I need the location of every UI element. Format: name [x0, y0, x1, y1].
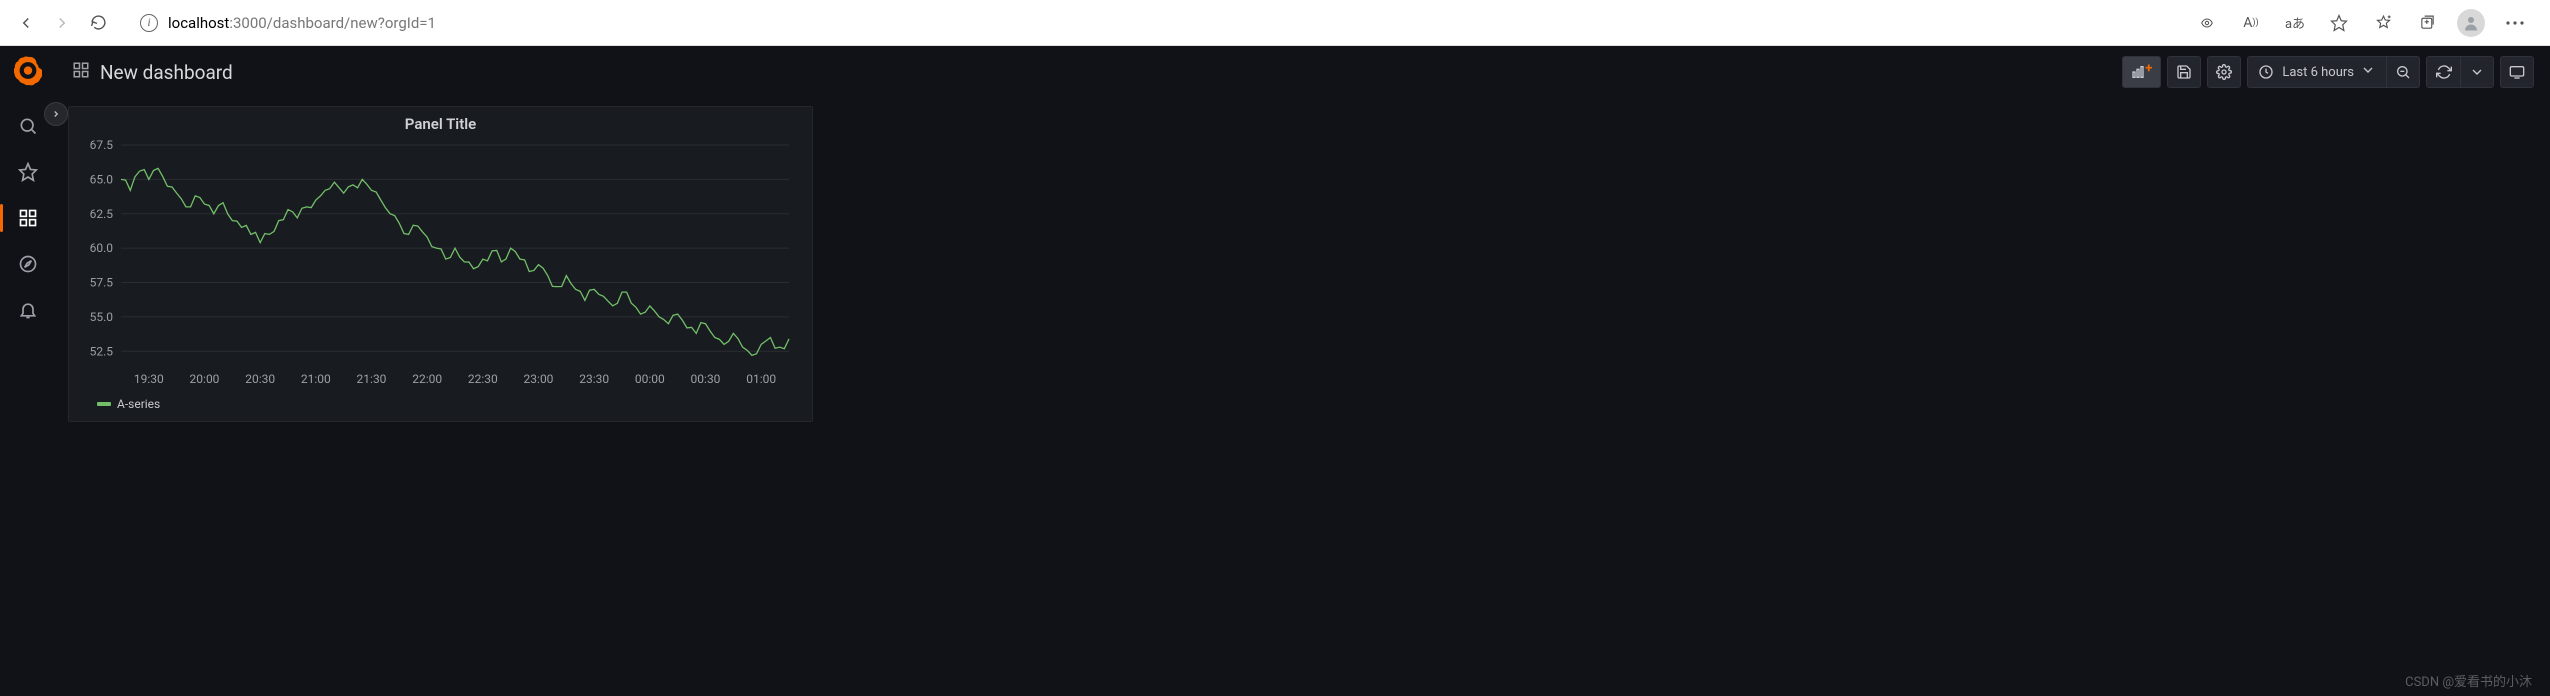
more-menu-icon[interactable]: [2496, 5, 2534, 41]
translate-icon[interactable]: aあ: [2276, 5, 2314, 41]
address-bar[interactable]: i localhost:3000/dashboard/new?orgId=1: [128, 7, 2176, 39]
svg-text:00:00: 00:00: [635, 372, 665, 386]
site-info-icon[interactable]: i: [140, 14, 158, 32]
sidebar-alerts-icon[interactable]: [8, 290, 48, 330]
chevron-down-icon: [2360, 62, 2376, 82]
expand-sidebar-button[interactable]: [44, 102, 68, 126]
back-button[interactable]: [8, 5, 44, 41]
dashboard-topbar: New dashboard + Last 6 hours: [56, 46, 2550, 98]
refresh-interval-picker[interactable]: [2460, 56, 2494, 88]
svg-text:22:00: 22:00: [412, 372, 442, 386]
browser-right-actions: A)) aあ: [2188, 5, 2542, 41]
read-aloud-icon[interactable]: A)): [2232, 5, 2270, 41]
sidebar-star-icon[interactable]: [8, 152, 48, 192]
grafana-logo[interactable]: [11, 54, 45, 88]
profile-avatar[interactable]: [2452, 5, 2490, 41]
dashboards-breadcrumb-icon[interactable]: [72, 61, 90, 83]
time-range-label: Last 6 hours: [2282, 65, 2354, 80]
svg-text:52.5: 52.5: [90, 344, 114, 358]
svg-text:57.5: 57.5: [90, 276, 114, 290]
favorites-icon[interactable]: [2364, 5, 2402, 41]
page-title: New dashboard: [100, 61, 233, 84]
svg-text:00:30: 00:30: [691, 372, 721, 386]
svg-text:62.5: 62.5: [90, 207, 114, 221]
svg-text:65.0: 65.0: [90, 172, 114, 186]
sidebar-search-icon[interactable]: [8, 106, 48, 146]
sidebar-explore-icon[interactable]: [8, 244, 48, 284]
svg-text:01:00: 01:00: [746, 372, 776, 386]
watermark: CSDN @爱看书的小沐: [2405, 671, 2532, 690]
legend[interactable]: A-series: [79, 397, 802, 411]
svg-text:67.5: 67.5: [90, 139, 114, 152]
favorites-star-icon[interactable]: [2320, 5, 2358, 41]
chart[interactable]: 52.5 55.0 57.5 60.0 62.5 65.0 67.5 19:30 20:00 20…: [79, 139, 802, 393]
svg-text:21:30: 21:30: [357, 372, 387, 386]
sidebar: [0, 46, 56, 696]
url-text: localhost:3000/dashboard/new?orgId=1: [168, 14, 436, 32]
dashboard-settings-button[interactable]: [2207, 56, 2241, 88]
add-panel-button[interactable]: +: [2122, 56, 2161, 88]
svg-text:21:00: 21:00: [301, 372, 331, 386]
zoom-out-button[interactable]: [2386, 56, 2420, 88]
svg-text:20:30: 20:30: [245, 372, 275, 386]
browser-toolbar: i localhost:3000/dashboard/new?orgId=1 A…: [0, 0, 2550, 46]
svg-text:60.0: 60.0: [90, 241, 114, 255]
save-dashboard-button[interactable]: [2167, 56, 2201, 88]
refresh-button[interactable]: [2426, 56, 2460, 88]
svg-text:55.0: 55.0: [90, 310, 114, 324]
svg-text:23:30: 23:30: [579, 372, 609, 386]
time-range-picker[interactable]: Last 6 hours: [2247, 56, 2386, 88]
legend-label: A-series: [117, 397, 160, 411]
svg-text:19:30: 19:30: [134, 372, 164, 386]
panel-title: Panel Title: [79, 115, 802, 133]
legend-swatch: [97, 402, 111, 406]
svg-text:23:00: 23:00: [524, 372, 554, 386]
forward-button[interactable]: [44, 5, 80, 41]
tv-mode-button[interactable]: [2500, 56, 2534, 88]
search-in-page-icon[interactable]: [2188, 5, 2226, 41]
reload-button[interactable]: [80, 5, 116, 41]
svg-text:22:30: 22:30: [468, 372, 498, 386]
panel[interactable]: Panel Title 52.5 55.0 57.5 60.0 62.5 65.0 67.5…: [68, 106, 813, 422]
collections-icon[interactable]: [2408, 5, 2446, 41]
sidebar-dashboards-icon[interactable]: [8, 198, 48, 238]
svg-text:20:00: 20:00: [190, 372, 220, 386]
